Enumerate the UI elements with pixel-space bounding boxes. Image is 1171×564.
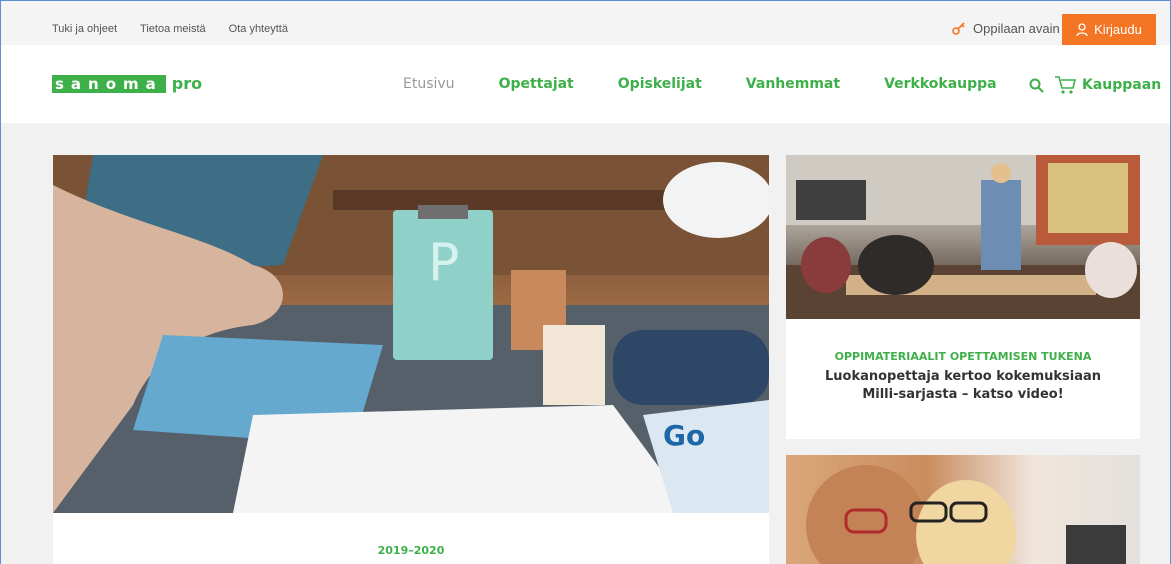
nav-item-students[interactable]: Opiskelijat bbox=[618, 76, 702, 92]
nav-item-teachers[interactable]: Opettajat bbox=[499, 76, 574, 92]
utility-bar: Tuki ja ohjeet Tietoa meistä Ota yhteytt… bbox=[1, 1, 1170, 45]
utility-link-contact[interactable]: Ota yhteyttä bbox=[229, 23, 288, 35]
shop-link[interactable]: Kauppaan bbox=[1054, 75, 1161, 95]
card-text[interactable]: OPPIMATERIAALIT OPETTAMISEN TUKENA Luoka… bbox=[786, 319, 1140, 439]
logo-brand: sanoma bbox=[52, 75, 166, 93]
utility-link-about[interactable]: Tietoa meistä bbox=[140, 23, 206, 35]
nav-item-parents[interactable]: Vanhemmat bbox=[746, 76, 840, 92]
hero-image[interactable]: P Go bbox=[53, 155, 769, 513]
student-key-label: Oppilaan avain bbox=[973, 20, 1060, 36]
search-icon[interactable] bbox=[1029, 78, 1044, 93]
nav-item-webshop[interactable]: Verkkokauppa bbox=[884, 76, 997, 92]
logo-suffix: pro bbox=[171, 73, 203, 93]
card-kicker: OPPIMATERIAALIT OPETTAMISEN TUKENA bbox=[834, 350, 1092, 363]
card-image-students[interactable] bbox=[786, 455, 1140, 564]
key-icon bbox=[951, 20, 967, 36]
user-icon bbox=[1076, 22, 1088, 37]
main-header: sanoma pro Etusivu Opettajat Opiskelijat… bbox=[1, 45, 1170, 123]
header-actions: Kauppaan bbox=[1029, 75, 1161, 95]
card-image-classroom[interactable] bbox=[786, 155, 1140, 319]
login-button[interactable]: Kirjaudu bbox=[1062, 14, 1156, 45]
sanoma-pro-logo[interactable]: sanoma pro bbox=[52, 73, 203, 93]
svg-text:Go: Go bbox=[663, 419, 705, 452]
hero-caption[interactable]: 2019–2020 bbox=[53, 513, 769, 564]
utility-links: Tuki ja ohjeet Tietoa meistä Ota yhteytt… bbox=[52, 23, 288, 35]
utility-link-help[interactable]: Tuki ja ohjeet bbox=[52, 23, 117, 35]
login-label: Kirjaudu bbox=[1094, 22, 1142, 37]
main-nav: Etusivu Opettajat Opiskelijat Vanhemmat … bbox=[403, 76, 1041, 92]
svg-text:P: P bbox=[428, 233, 459, 293]
cart-icon bbox=[1054, 75, 1076, 95]
hero-year: 2019–2020 bbox=[377, 544, 445, 557]
student-key-link[interactable]: Oppilaan avain bbox=[951, 20, 1060, 36]
browser-viewport: Tuki ja ohjeet Tietoa meistä Ota yhteytt… bbox=[0, 0, 1171, 564]
shop-label: Kauppaan bbox=[1082, 77, 1162, 93]
nav-item-home[interactable]: Etusivu bbox=[403, 76, 455, 92]
card-title: Luokanopettaja kertoo kokemuksiaan Milli… bbox=[824, 369, 1102, 402]
